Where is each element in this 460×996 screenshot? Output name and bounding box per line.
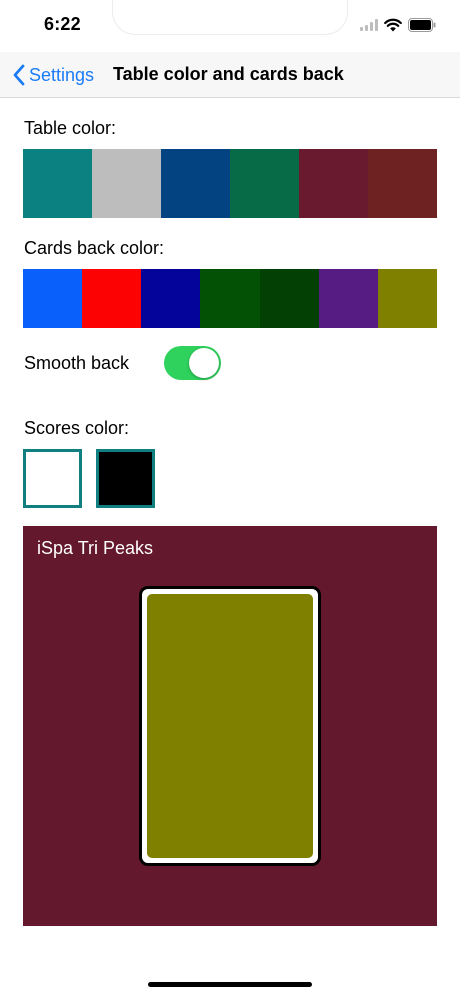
table-color-label: Table color: <box>24 118 117 138</box>
smooth-back-toggle[interactable] <box>164 346 221 380</box>
cards-back-color-swatch[interactable] <box>141 269 201 328</box>
table-preview: iSpa Tri Peaks <box>23 526 437 926</box>
battery-icon <box>408 18 436 32</box>
scores-color-swatch-white[interactable] <box>23 449 82 508</box>
preview-title: iSpa Tri Peaks <box>37 538 154 558</box>
back-button[interactable]: Settings <box>12 61 94 89</box>
table-color-swatch[interactable] <box>230 149 299 218</box>
cards-back-color-label: Cards back color: <box>24 238 165 258</box>
back-label: Settings <box>29 64 95 85</box>
table-color-swatch[interactable] <box>92 149 161 218</box>
cards-back-color-swatches <box>23 269 437 328</box>
chevron-left-icon <box>12 64 25 86</box>
status-time: 6:22 <box>44 14 81 34</box>
device-notch <box>113 0 347 34</box>
table-color-swatches <box>23 149 437 218</box>
status-icons <box>360 17 436 33</box>
scores-color-label: Scores color: <box>24 418 130 438</box>
table-color-swatch[interactable] <box>23 149 92 218</box>
card-back-pattern <box>147 594 313 858</box>
navigation-bar: Settings Table color and cards back <box>0 0 460 98</box>
card-back-preview <box>139 586 321 866</box>
table-color-swatch[interactable] <box>299 149 368 218</box>
toggle-knob <box>189 348 219 378</box>
screen: 6:22 Settings Table color and cards back… <box>0 0 460 996</box>
cards-back-color-swatch[interactable] <box>200 269 260 328</box>
page-title: Table color and cards back <box>113 64 344 84</box>
table-color-swatch[interactable] <box>161 149 230 218</box>
cards-back-color-swatch[interactable] <box>377 269 437 328</box>
status-bar: 6:22 <box>0 0 460 52</box>
cards-back-color-swatch[interactable] <box>23 269 83 328</box>
cards-back-color-swatch[interactable] <box>259 269 319 328</box>
home-indicator <box>148 982 312 987</box>
cellular-signal-icon <box>360 19 378 31</box>
cards-back-color-swatch[interactable] <box>318 269 378 328</box>
smooth-back-label: Smooth back <box>24 353 130 373</box>
cards-back-color-swatch[interactable] <box>82 269 142 328</box>
table-color-swatch[interactable] <box>368 149 437 218</box>
scores-color-swatch-black[interactable] <box>96 449 155 508</box>
wifi-icon <box>384 18 402 32</box>
